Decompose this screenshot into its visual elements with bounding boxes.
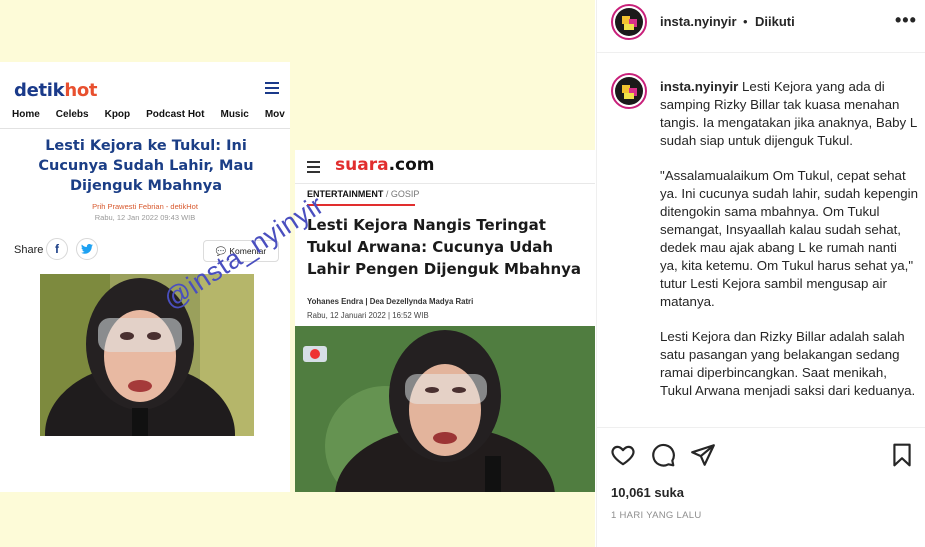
- suara-menu-icon: [307, 161, 320, 176]
- detik-nav-item: Kpop: [104, 109, 131, 120]
- share-send-icon[interactable]: [690, 442, 716, 468]
- facebook-icon: f: [46, 238, 68, 260]
- detik-nav-item: Home: [12, 109, 40, 120]
- detik-article-card: detikhot Home Celebs Kpop Podcast Hot Mu…: [0, 62, 290, 492]
- detik-nav-item: Podcast Hot: [146, 109, 205, 120]
- post-media[interactable]: detikhot Home Celebs Kpop Podcast Hot Mu…: [0, 0, 595, 547]
- separator-dot: •: [743, 14, 748, 29]
- divider: [0, 128, 290, 129]
- detik-nav-item: Music: [220, 109, 249, 120]
- detik-nav-item: Mov: [264, 109, 285, 120]
- post-header: insta.nyinyir • Diikuti •••: [597, 0, 925, 53]
- detik-date: Rabu, 12 Jan 2022 09:43 WIB: [94, 213, 196, 222]
- suara-author: Yohanes Endra | Dea Dezellyndа Madya Rat…: [307, 297, 474, 306]
- divider: [295, 183, 595, 184]
- post-panel: insta.nyinyir • Diikuti ••• insta.nyinyi…: [596, 0, 925, 547]
- caption-avatar[interactable]: [611, 73, 647, 109]
- detik-nav: Home Celebs Kpop Podcast Hot Music Mov: [12, 109, 285, 120]
- post-caption: insta.nyinyir Lesti Kejora yang ada di s…: [660, 78, 918, 424]
- caption-paragraph: "Assalamualaikum Om Tukul, cepat sehat y…: [660, 168, 918, 309]
- detik-logo: detikhot: [14, 80, 98, 101]
- detik-nav-item: Celebs: [55, 109, 89, 120]
- username-link[interactable]: insta.nyinyir: [660, 14, 737, 29]
- follow-status-button[interactable]: Diikuti: [755, 14, 795, 29]
- instagram-post-view: detikhot Home Celebs Kpop Podcast Hot Mu…: [0, 0, 925, 547]
- comment-icon[interactable]: [650, 442, 676, 468]
- detik-author: Prih Prawesti Febrian - detikHot: [92, 202, 198, 211]
- more-options-icon[interactable]: •••: [895, 10, 917, 31]
- detik-menu-icon: [265, 82, 279, 97]
- post-timestamp[interactable]: 1 HARI YANG LALU: [611, 510, 702, 521]
- suara-headline: Lesti Kejora Nangis Teringat Tukul Arwan…: [307, 216, 582, 278]
- suara-photo: [295, 326, 595, 492]
- like-count[interactable]: 10,061 suka: [611, 485, 684, 500]
- detik-photo: [0, 274, 290, 492]
- suara-date: Rabu, 12 Januari 2022 | 16:52 WIB: [307, 311, 429, 320]
- caption-paragraph: Lesti Kejora dan Rizky Billar adalah sal…: [660, 329, 916, 398]
- detik-headline: Lesti Kejora ke Tukul: Ini Cucunya Sudah…: [38, 138, 254, 194]
- twitter-icon: [76, 238, 98, 260]
- post-actions: 10,061 suka 1 HARI YANG LALU: [597, 427, 925, 547]
- suara-category: ENTERTAINMENT / GOSIP: [307, 189, 420, 199]
- caption-username-link[interactable]: insta.nyinyir: [660, 79, 738, 94]
- avatar[interactable]: [611, 4, 647, 40]
- suara-article-card: suara.com ENTERTAINMENT / GOSIP Lesti Ke…: [295, 150, 595, 492]
- heart-icon[interactable]: [610, 442, 636, 468]
- share-label: Share: [14, 244, 44, 256]
- bookmark-icon[interactable]: [889, 442, 915, 468]
- suara-logo: suara.com: [335, 155, 435, 175]
